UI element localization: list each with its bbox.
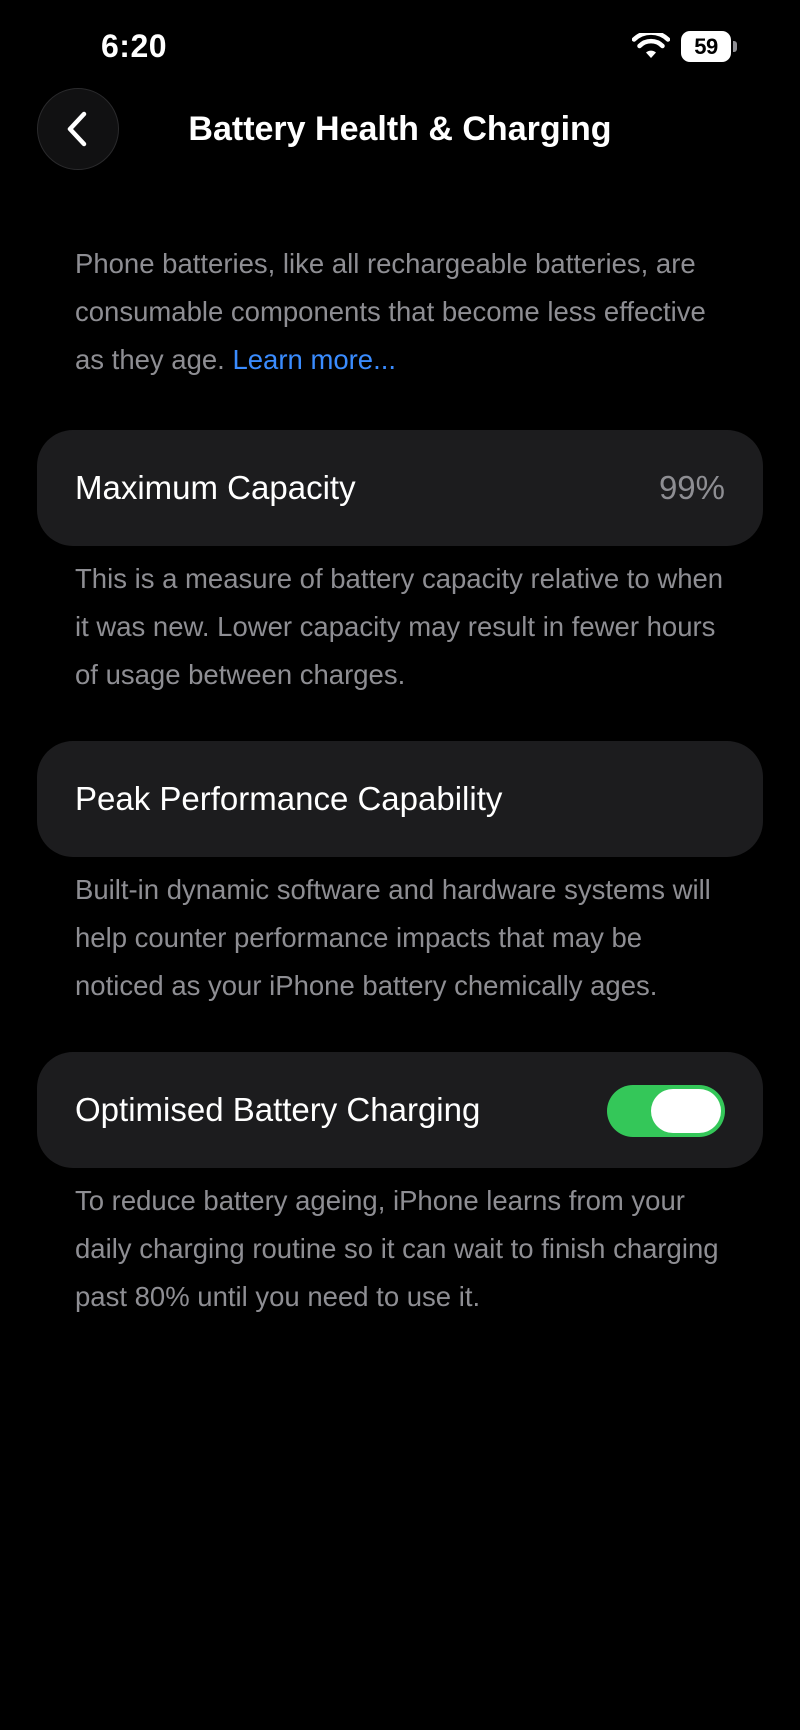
status-time: 6:20 xyxy=(101,28,168,64)
optimised-charging-toggle[interactable] xyxy=(607,1085,725,1137)
battery-health-screen: 6:20 59 Battery Health & Charging Phone … xyxy=(0,0,800,1730)
learn-more-link[interactable]: Learn more... xyxy=(232,344,396,375)
intro-text: Phone batteries, like all rechargeable b… xyxy=(75,240,735,384)
peak-performance-cell: Peak Performance Capability xyxy=(37,741,763,857)
status-bar: 6:20 59 xyxy=(0,0,800,80)
maximum-capacity-cell: Maximum Capacity 99% xyxy=(37,430,763,546)
maximum-capacity-footer: This is a measure of battery capacity re… xyxy=(75,563,724,690)
battery-body: 59 xyxy=(681,31,731,62)
page-title: Battery Health & Charging xyxy=(188,110,612,148)
optimised-charging-label: Optimised Battery Charging xyxy=(75,1091,481,1128)
battery-level: 59 xyxy=(694,33,718,59)
wifi-icon xyxy=(631,30,671,61)
maximum-capacity-value: 99% xyxy=(658,469,725,506)
peak-performance-footer: Built-in dynamic software and hardware s… xyxy=(75,874,711,1001)
optimised-charging-footer: To reduce battery ageing, iPhone learns … xyxy=(75,1185,719,1312)
battery-icon: 59 xyxy=(681,31,737,62)
optimised-charging-cell: Optimised Battery Charging xyxy=(37,1052,763,1168)
toggle-knob xyxy=(651,1089,721,1133)
battery-cap xyxy=(733,41,737,52)
maximum-capacity-label: Maximum Capacity xyxy=(75,469,356,506)
peak-performance-label: Peak Performance Capability xyxy=(75,780,503,817)
